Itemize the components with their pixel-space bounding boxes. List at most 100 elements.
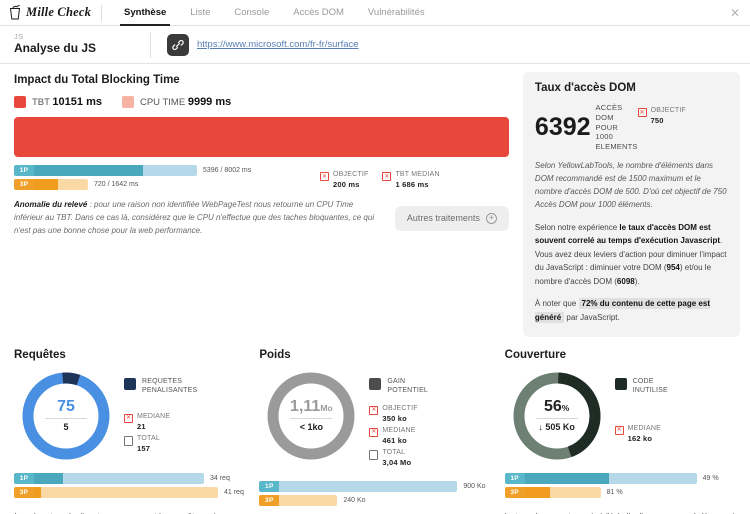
couverture-bar-3p-fill — [524, 486, 550, 498]
target-icon: ✕ — [382, 172, 392, 181]
metric-column-poids: Poids 1,11Mo < 1ko GAIN POTENTIEL ✕ OBJE… — [259, 349, 490, 514]
tbt-bar-3p-value: 720 / 1642 ms — [94, 181, 139, 188]
tbt-legend: TBT 10151 ms CPU TIME 9999 ms — [14, 96, 509, 108]
main-content: Impact du Total Blocking Time TBT 10151 … — [0, 64, 750, 514]
tbt-anomaly-lead: Anomalie du relevé — [14, 200, 88, 210]
target-icon: ✕ — [369, 427, 379, 437]
tab-vulnerabilites[interactable]: Vulnérabilités — [356, 0, 437, 26]
couverture-bar-3p-tag: 3P — [504, 486, 525, 498]
requetes-bar-3p-tag: 3P — [14, 486, 34, 498]
poids-donut-chart: 1,11Mo < 1ko — [259, 369, 363, 463]
tbt-bar-1p-tag: 1P — [14, 165, 34, 176]
tab-list: Synthèse Liste Console Accès DOM Vulnéra… — [112, 0, 437, 26]
requetes-bar-3p-fill — [34, 486, 42, 498]
tab-acces-dom[interactable]: Accès DOM — [281, 0, 356, 26]
tbt-bar-1p-fill — [34, 165, 144, 176]
requetes-bar-3p-value: 41 req — [224, 488, 244, 496]
requetes-donut-row: 75 5 REQUETES PENALISANTES ✕ MEDIANE 21 … — [14, 369, 245, 463]
document-icon — [124, 435, 133, 446]
target-icon: ✕ — [614, 425, 624, 435]
poids-donut-row: 1,11Mo < 1ko GAIN POTENTIEL ✕ OBJECTIF 3… — [259, 369, 490, 472]
page-kicker: JS — [14, 31, 24, 41]
requetes-stats: ✕ MEDIANE 21 TOTAL 157 — [124, 413, 245, 453]
metrics-row: Requêtes 75 5 REQUETES PENALISANTES ✕ ME… — [10, 349, 740, 514]
requetes-stat-total-text: TOTAL 157 — [137, 434, 160, 453]
poids-bars: 1P 900 Ko 3P 240 Ko — [259, 481, 490, 507]
requetes-bars: 1P 34 req 3P 41 req — [14, 472, 245, 498]
poids-bar-1p-value: 900 Ko — [463, 483, 486, 491]
dom-paragraph-2: Selon notre expérience le taux d'accès D… — [534, 222, 727, 286]
couverture-bar-3p: 3P 81 % — [504, 486, 736, 498]
poids-donut-bottom: < 1ko — [299, 422, 323, 433]
couverture-title: Couverture — [504, 348, 567, 361]
tbt-swatch — [14, 96, 26, 108]
cpu-time-legend-label: CPU TIME 9999 ms — [139, 96, 232, 108]
couverture-legend: CODE INUTILISE ✕ MEDIANE 162 ko — [614, 369, 736, 447]
target-icon: ✕ — [320, 172, 329, 181]
couverture-donut-row: 56% ↓ 505 Ko CODE INUTILISE ✕ MEDIANE 16… — [505, 369, 736, 463]
app-logo-text: Mille Check — [26, 5, 92, 19]
poids-donut-top: 1,11Mo — [290, 398, 333, 416]
dom-access-panel: Taux d'accès DOM 6392 ACCÈS DOM POUR 1000… — [522, 72, 740, 337]
poids-title: Poids — [259, 348, 291, 361]
requetes-stat-mediane: ✕ MEDIANE 21 — [124, 413, 245, 431]
code-inutilise-swatch — [614, 377, 627, 390]
poids-stat-mediane-text: MEDIANE 461 ko — [382, 426, 416, 445]
analyzed-url-link[interactable]: https://www.microsoft.com/fr-fr/surface — [197, 39, 359, 50]
dom-title: Taux d'accès DOM — [534, 82, 636, 94]
document-icon — [369, 450, 379, 461]
milkshake-cup-icon — [8, 4, 22, 20]
requetes-legend-label: REQUETES PENALISANTES — [142, 377, 198, 394]
poids-legend: GAIN POTENTIEL ✕ OBJECTIF 350 ko ✕ MEDIANE… — [369, 369, 490, 472]
poids-bar-1p-track — [279, 481, 458, 493]
requetes-legend: REQUETES PENALISANTES ✕ MEDIANE 21 TOTAL 15… — [124, 369, 245, 457]
tbt-bar-1p-value: 5396 / 8002 ms — [203, 167, 252, 174]
requetes-bar-1p-tag: 1P — [14, 472, 34, 484]
couverture-stat-mediane-text: MEDIANE 162 ko — [627, 424, 661, 443]
cpu-time-swatch — [121, 96, 134, 108]
page-title-block: JS Analyse du JS — [0, 31, 150, 56]
tbt-bar-3p-track — [34, 179, 88, 190]
poids-bar-3p: 3P 240 Ko — [259, 495, 490, 507]
couverture-donut-top: 56% — [543, 398, 570, 416]
requetes-donut-chart: 75 5 — [14, 369, 118, 463]
poids-bar-1p-tag: 1P — [259, 481, 280, 493]
requetes-donut-center: 75 5 — [14, 369, 118, 463]
couverture-legend-label: CODE INUTILISE — [632, 377, 668, 394]
tbt-stat-objectif-text: OBJECTIF 200 ms — [333, 171, 369, 189]
couverture-bar-1p-fill — [524, 472, 609, 484]
autres-traitements-label: Autres traitements — [406, 213, 480, 224]
poids-stat-mediane: ✕ MEDIANE 461 ko — [369, 427, 490, 445]
poids-bar-1p: 1P 900 Ko — [259, 481, 490, 493]
requetes-legend-item: REQUETES PENALISANTES — [124, 377, 245, 395]
tab-synthese[interactable]: Synthèse — [112, 0, 178, 26]
tbt-party-bars: 1P 5396 / 8002 ms 3P 720 / 1642 ms ✕ OBJ… — [14, 165, 509, 190]
couverture-bar-1p: 1P 49 % — [504, 472, 736, 484]
tbt-stats: ✕ OBJECTIF 200 ms ✕ TBT MEDIAN 1 686 ms — [320, 171, 509, 189]
requetes-bar-1p-value: 34 req — [210, 474, 230, 482]
poids-bar-3p-track — [279, 495, 338, 507]
link-chain-icon[interactable] — [167, 33, 189, 56]
target-icon: ✕ — [124, 413, 133, 423]
requetes-bar-1p: 1P 34 req — [14, 472, 245, 484]
requetes-penalisantes-swatch — [124, 377, 136, 390]
tab-console[interactable]: Console — [222, 0, 281, 26]
couverture-text-1: Le taux de couverture pris à l'échelle d… — [505, 510, 736, 514]
poids-bar-3p-tag: 3P — [259, 495, 280, 507]
requetes-stat-mediane-text: MEDIANE 21 — [137, 412, 171, 431]
requetes-bar-1p-fill — [34, 472, 63, 484]
couverture-donut-chart: 56% ↓ 505 Ko — [505, 369, 609, 463]
autres-traitements-button[interactable]: Autres traitements + — [394, 205, 509, 231]
tbt-legend-item-tbt: TBT 10151 ms — [14, 96, 102, 108]
tbt-anomaly-note: Anomalie du relevé : pour une raison non… — [14, 199, 381, 237]
poids-legend-label: GAIN POTENTIEL — [387, 377, 429, 394]
target-icon: ✕ — [369, 405, 379, 415]
app-logo[interactable]: Mille Check — [0, 4, 101, 20]
couverture-donut-center: 56% ↓ 505 Ko — [505, 369, 609, 463]
tbt-legend-label: TBT 10151 ms — [32, 96, 102, 108]
header-divider — [101, 4, 103, 21]
tbt-legend-item-cputime: CPU TIME 9999 ms — [121, 96, 232, 108]
tab-liste[interactable]: Liste — [178, 0, 222, 26]
close-icon[interactable]: ✕ — [730, 7, 740, 19]
requetes-stat-total: TOTAL 157 — [124, 435, 245, 453]
